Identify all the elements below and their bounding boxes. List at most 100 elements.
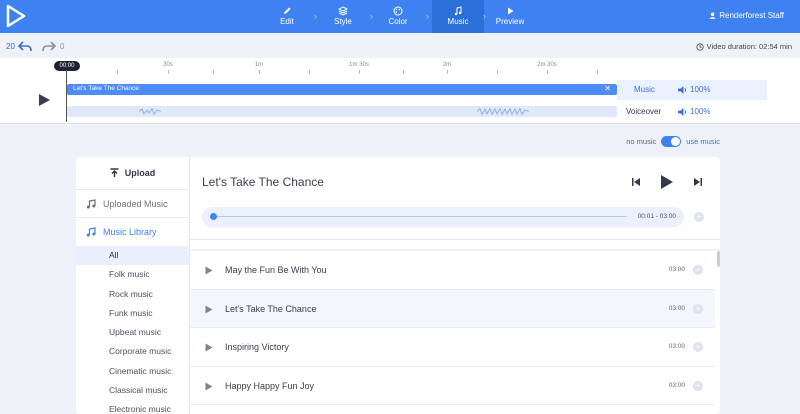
category-cinematic[interactable]: Cinematic music bbox=[76, 362, 189, 381]
playhead-time[interactable]: 00:00 bbox=[54, 61, 80, 71]
tab-preview[interactable]: Preview bbox=[484, 0, 536, 33]
song-time: 00:01 - 03:00 bbox=[637, 213, 676, 220]
tab-color[interactable]: Color bbox=[372, 0, 424, 33]
music-track[interactable]: Let's Take The Chance ✕ bbox=[67, 84, 617, 95]
timeline-ruler[interactable]: 30s 1m 1m 30s 2m 2m 30s bbox=[67, 62, 767, 74]
song-duration: 03:00 bbox=[668, 266, 685, 273]
uploaded-music-item[interactable]: Uploaded Music bbox=[76, 190, 189, 218]
tick-label: 1m 30s bbox=[349, 62, 369, 68]
divider bbox=[190, 239, 720, 240]
palette-icon bbox=[393, 6, 403, 16]
play-icon bbox=[508, 7, 514, 15]
song-list-scrollbar[interactable] bbox=[717, 251, 720, 267]
play-icon[interactable] bbox=[205, 266, 213, 275]
add-song-icon[interactable]: + bbox=[693, 342, 703, 352]
add-song-icon[interactable]: + bbox=[693, 380, 703, 391]
category-rock[interactable]: Rock music bbox=[76, 285, 189, 304]
use-music-toggle[interactable] bbox=[661, 136, 682, 147]
waveform-icon bbox=[477, 108, 529, 115]
add-music-icon[interactable]: + bbox=[694, 212, 704, 222]
song-name: Happy Happy Fun Joy bbox=[225, 380, 315, 391]
tick-label: 30s bbox=[163, 62, 173, 68]
tick-line bbox=[497, 70, 498, 74]
renderforest-logo-icon[interactable] bbox=[4, 4, 28, 28]
song-name: May the Fun Be With You bbox=[225, 265, 327, 275]
undo-icon[interactable] bbox=[18, 40, 32, 52]
music-panel: Upload Uploaded Music Music Library All … bbox=[76, 157, 720, 414]
song-duration: 03:00 bbox=[668, 343, 685, 350]
tab-style[interactable]: Style bbox=[317, 0, 369, 33]
tick-line bbox=[447, 70, 448, 74]
music-note-icon bbox=[86, 198, 96, 208]
tab-color-label: Color bbox=[388, 17, 408, 26]
voiceover-volume[interactable]: 100% bbox=[678, 107, 710, 116]
music-note-icon bbox=[86, 227, 96, 237]
category-folk[interactable]: Folk music bbox=[76, 265, 189, 284]
next-track-icon[interactable] bbox=[693, 177, 703, 187]
song-row[interactable]: Inspiring Victory 03:00 + bbox=[190, 328, 715, 367]
music-library-item[interactable]: Music Library bbox=[76, 218, 189, 246]
tab-edit-label: Edit bbox=[280, 17, 294, 26]
tick-label: 2m bbox=[442, 62, 452, 68]
voiceover-volume-value: 100% bbox=[690, 107, 711, 116]
song-row[interactable]: Let's Take The Chance 03:00 + bbox=[190, 289, 715, 328]
music-note-icon bbox=[454, 6, 462, 16]
music-track-title: Let's Take The Chance bbox=[73, 85, 140, 92]
category-corporate[interactable]: Corporate music bbox=[76, 342, 189, 361]
song-row[interactable]: May the Fun Be With You 03:00 + bbox=[190, 251, 715, 290]
tick-line bbox=[168, 70, 169, 74]
music-sidebar: Upload Uploaded Music Music Library All … bbox=[76, 157, 190, 414]
play-icon[interactable] bbox=[205, 382, 213, 391]
add-song-icon[interactable]: + bbox=[693, 265, 703, 275]
music-volume[interactable]: 100% bbox=[678, 85, 710, 94]
tab-style-label: Style bbox=[334, 17, 352, 26]
voiceover-track-label: Voiceover bbox=[626, 107, 662, 116]
tick-line bbox=[259, 70, 260, 74]
voiceover-track[interactable] bbox=[67, 106, 617, 117]
user-menu[interactable]: Renderforest Staff bbox=[709, 11, 784, 20]
tab-music[interactable]: Music bbox=[432, 0, 484, 33]
toggle-knob bbox=[671, 137, 681, 146]
redo-count: 0 bbox=[60, 42, 65, 51]
tick-line bbox=[403, 70, 404, 74]
play-icon[interactable] bbox=[205, 343, 213, 352]
category-funk[interactable]: Funk music bbox=[76, 304, 189, 323]
timeline-play-icon[interactable] bbox=[37, 93, 51, 107]
previous-track-icon[interactable] bbox=[631, 177, 641, 187]
music-toggle-row: no music use music bbox=[626, 136, 720, 147]
song-name: Let's Take The Chance bbox=[225, 303, 317, 314]
progress-handle[interactable] bbox=[210, 213, 217, 220]
timeline: 30s 1m 1m 30s 2m 2m 30s 00:00 Let's Take… bbox=[0, 58, 800, 124]
user-icon bbox=[709, 12, 716, 19]
user-name: Renderforest Staff bbox=[719, 11, 784, 20]
category-classical[interactable]: Classical music bbox=[76, 381, 189, 400]
category-upbeat[interactable]: Upbeat music bbox=[76, 323, 189, 342]
no-music-label: no music bbox=[626, 137, 657, 146]
remove-music-icon[interactable]: ✕ bbox=[604, 84, 611, 93]
play-icon[interactable] bbox=[205, 305, 213, 314]
video-duration: Video duration: 02:54 min bbox=[696, 42, 792, 51]
waveform-icon bbox=[139, 108, 161, 115]
song-name: Inspiring Victory bbox=[225, 342, 289, 352]
tick-line bbox=[547, 70, 548, 74]
music-library-label: Music Library bbox=[103, 227, 157, 237]
tick-line bbox=[359, 70, 360, 74]
progress-track bbox=[214, 216, 627, 217]
current-song-title: Let's Take The Chance bbox=[202, 175, 324, 189]
upload-button[interactable]: Upload bbox=[76, 157, 189, 190]
use-music-label: use music bbox=[686, 137, 720, 146]
category-electronic[interactable]: Electronic music bbox=[76, 400, 189, 414]
tab-edit[interactable]: Edit bbox=[261, 0, 313, 33]
tick-line bbox=[213, 70, 214, 74]
song-row[interactable]: Happy Happy Fun Joy 03:00 + bbox=[190, 367, 715, 405]
category-all[interactable]: All bbox=[76, 246, 189, 266]
tick-line bbox=[117, 70, 118, 74]
song-duration: 03:00 bbox=[668, 304, 685, 312]
uploaded-music-label: Uploaded Music bbox=[103, 198, 168, 209]
song-progress-bar[interactable]: 00:01 - 03:00 bbox=[202, 207, 684, 227]
tick-label: 2m 30s bbox=[537, 62, 557, 68]
add-song-icon[interactable]: + bbox=[693, 303, 703, 314]
play-icon[interactable] bbox=[660, 174, 674, 190]
chevron-right-icon: › bbox=[426, 11, 429, 21]
redo-icon[interactable] bbox=[42, 40, 56, 52]
